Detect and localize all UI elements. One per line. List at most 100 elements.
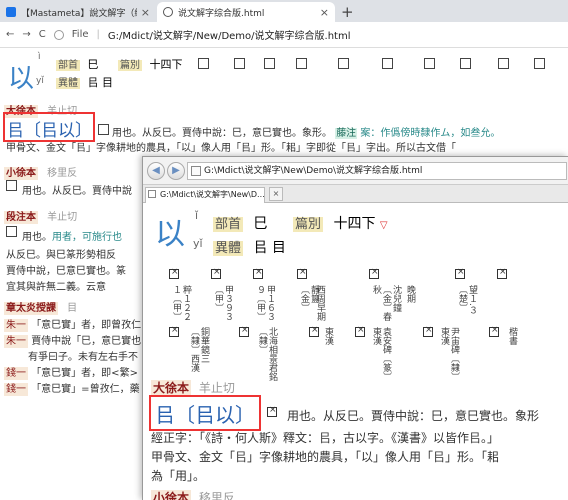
address-bar: ← → C File | G:/Mdict/说文解字/New/Demo/说文解字… bbox=[0, 22, 568, 48]
glyph-caption: 甲１６３９〔甲〕 bbox=[255, 285, 275, 321]
glyph-caption: 西周早期 bbox=[315, 285, 325, 321]
section-xiaoxu: 小徐本 移里反 bbox=[4, 161, 77, 180]
glyph-row-1: 粹１２２１〔甲〕 甲３９３〔甲〕 甲１６３９〔甲〕 靜簋〔金〕 西周早期 沈兒鐘… bbox=[143, 265, 568, 325]
url-field[interactable]: G:\Mdict\说文解字\New\Demo\说文解字综合版.html bbox=[187, 162, 567, 180]
zhang-note-row: 錢一 「意巳實」者，即<繁> bbox=[4, 367, 138, 380]
glyph-caption: 袁安碑〔篆〕東漢 bbox=[371, 327, 391, 381]
broken-image-icon bbox=[6, 180, 17, 191]
zhang-note-row: 錢一 「意巳實」=曾孜仁，藥 bbox=[4, 383, 140, 396]
volume-row: 篇別 十四下 bbox=[118, 58, 183, 71]
broken-image-icon bbox=[296, 58, 307, 69]
duan-line: 从反巳。與巳篆形勢相反 bbox=[6, 250, 116, 261]
forward-button[interactable]: → bbox=[22, 29, 30, 40]
glyph-caption: 北海相景君銘〔隸〕 bbox=[257, 327, 277, 381]
url-text[interactable]: G:/Mdict/说文解字/New/Demo/说文解字综合版.html bbox=[108, 27, 351, 42]
pronunciation: yǐ bbox=[36, 76, 44, 86]
info-icon[interactable] bbox=[53, 29, 64, 40]
page-icon bbox=[148, 190, 156, 198]
broken-image-icon bbox=[264, 58, 275, 69]
broken-image-icon bbox=[309, 325, 319, 337]
broken-image-icon bbox=[369, 267, 379, 279]
tab-label: 【Mastameta】說文解字（綜合版 bbox=[21, 8, 137, 19]
front-toolbar: ◀ ▶ G:\Mdict\说文解字\New\Demo\说文解字综合版.html bbox=[143, 157, 568, 185]
annotation-badge[interactable]: 藤注 bbox=[335, 128, 358, 139]
tab-strip: 【Mastameta】說文解字（綜合版 × 说文解字综合版.html × + bbox=[0, 0, 568, 22]
broken-image-icon bbox=[169, 267, 179, 279]
zhang-note-row: 朱一 「意巳實」者，即曾孜仁 bbox=[4, 319, 142, 332]
close-tab-icon[interactable]: × bbox=[141, 6, 150, 19]
expand-icon[interactable]: ▽ bbox=[380, 220, 388, 231]
broken-image-icon bbox=[239, 325, 249, 337]
daxu-line-2: 經正字：「《詩・何人斯》釋文：㠯，古以字。《漢書》以皆作㠯。」 bbox=[151, 431, 500, 445]
close-tab-icon[interactable]: × bbox=[269, 187, 283, 201]
broken-image-icon bbox=[460, 58, 471, 69]
file-scheme-label: File bbox=[71, 29, 89, 40]
reload-button[interactable]: C bbox=[39, 29, 46, 40]
glyph-caption: 粹１２２１〔甲〕 bbox=[171, 285, 191, 321]
broken-image-icon bbox=[267, 405, 277, 417]
zhang-notes: 朱一 「意巳實」者，即曾孜仁 朱一 賈侍中說「巳，意巳實也 有爭曰子。未有左右手… bbox=[4, 316, 144, 396]
glyph-caption: 銅華鏡三〔隸〕西漢 bbox=[189, 327, 209, 372]
broken-image-icon bbox=[489, 325, 499, 337]
broken-image-icon bbox=[382, 58, 393, 69]
section-label: 章太炎授課 bbox=[4, 302, 58, 315]
seal-form: 㠯〔㠯以〕 bbox=[7, 121, 92, 141]
broken-image-icon bbox=[198, 58, 209, 69]
daxu-line-4: 為「用」。 bbox=[151, 469, 206, 483]
variant-row: 異體 㠯 目 bbox=[213, 240, 286, 256]
head-char: 以 bbox=[8, 64, 35, 94]
xiaoxu-definition: 用也。从反巳。賈侍中說 bbox=[22, 186, 132, 197]
broken-image-icon bbox=[497, 267, 507, 279]
new-tab-button[interactable]: + bbox=[341, 3, 354, 21]
forward-button[interactable]: ▶ bbox=[167, 162, 185, 180]
tab-mastameta[interactable]: 【Mastameta】說文解字（綜合版 × bbox=[0, 2, 156, 22]
pron-top: ǐ bbox=[195, 209, 199, 222]
section-label: 小徐本 bbox=[4, 167, 38, 180]
seal-form: 㠯〔㠯以〕 bbox=[155, 403, 255, 427]
front-browser-window: ◀ ▶ G:\Mdict\说文解字\New\Demo\说文解字综合版.html … bbox=[142, 156, 568, 500]
tab-shuowen-html[interactable]: G:\Mdict\说文解字\New\D... bbox=[145, 187, 265, 203]
radical-row: 部首 巳 bbox=[213, 216, 268, 232]
broken-image-icon bbox=[253, 267, 263, 279]
section-label: 小徐本 bbox=[151, 490, 192, 500]
back-button[interactable]: ◀ bbox=[147, 162, 165, 180]
broken-image-icon bbox=[98, 124, 109, 135]
duan-definition: 用也。用者，可施行也 bbox=[22, 232, 122, 243]
close-tab-icon[interactable]: × bbox=[320, 6, 329, 19]
section-label: 段注本 bbox=[4, 211, 38, 224]
back-button[interactable]: ← bbox=[6, 29, 14, 40]
glyph-caption: 望１.３〔楚〕 bbox=[457, 285, 477, 315]
volume-row: 篇別 十四下 ▽ bbox=[293, 216, 388, 232]
glyph-strip bbox=[198, 56, 568, 96]
broken-image-icon bbox=[355, 325, 365, 337]
section-duan: 段注本 羊止切 bbox=[4, 205, 77, 224]
section-xiaoxu: 小徐本 移里反 bbox=[151, 489, 235, 500]
broken-image-icon bbox=[297, 267, 307, 279]
fanqie-note: 羊止切 bbox=[47, 212, 78, 223]
section-zhang: 章太炎授課 目 bbox=[4, 296, 77, 315]
broken-image-icon bbox=[169, 325, 179, 337]
fanqie-note: 移里反 bbox=[47, 168, 78, 179]
broken-image-icon bbox=[234, 58, 245, 69]
pron-top: ì bbox=[38, 52, 41, 62]
variant-row: 異體 㠯 目 bbox=[56, 76, 113, 89]
radical-row: 部首 巳 bbox=[56, 58, 99, 71]
tab-shuowen-html[interactable]: 说文解字综合版.html × bbox=[157, 2, 335, 22]
front-tab-strip: G:\Mdict\说文解字\New\D... × bbox=[143, 185, 568, 203]
zhang-note-row: 有爭曰子。未有左右手不 bbox=[28, 352, 138, 363]
broken-image-icon bbox=[534, 58, 545, 69]
broken-image-icon bbox=[211, 267, 221, 279]
broken-image-icon bbox=[6, 226, 17, 237]
glyph-caption: 東漢 bbox=[323, 327, 333, 345]
glyph-caption: 晚期 bbox=[405, 285, 415, 303]
glyph-row-2: 銅華鏡三〔隸〕西漢 北海相景君銘〔隸〕 東漢 袁安碑〔篆〕東漢 尹宙碑〔隸〕東漢… bbox=[143, 325, 568, 381]
broken-image-icon bbox=[424, 58, 435, 69]
zhang-note-row: 朱一 賈侍中說「巳，意巳實也 bbox=[4, 335, 142, 348]
glyph-caption: 甲３９３〔甲〕 bbox=[213, 285, 233, 321]
pronunciation: yǐ bbox=[193, 237, 203, 250]
tab-label: 说文解字综合版.html bbox=[178, 8, 265, 19]
broken-image-icon bbox=[498, 58, 509, 69]
fanqie-note: 移里反 bbox=[198, 491, 235, 500]
globe-icon bbox=[163, 7, 173, 17]
daxu-line-3: 甲骨文、金文「㠯」字像耕地的農具，「以」像人用「㠯」形。「耜 bbox=[151, 450, 500, 464]
